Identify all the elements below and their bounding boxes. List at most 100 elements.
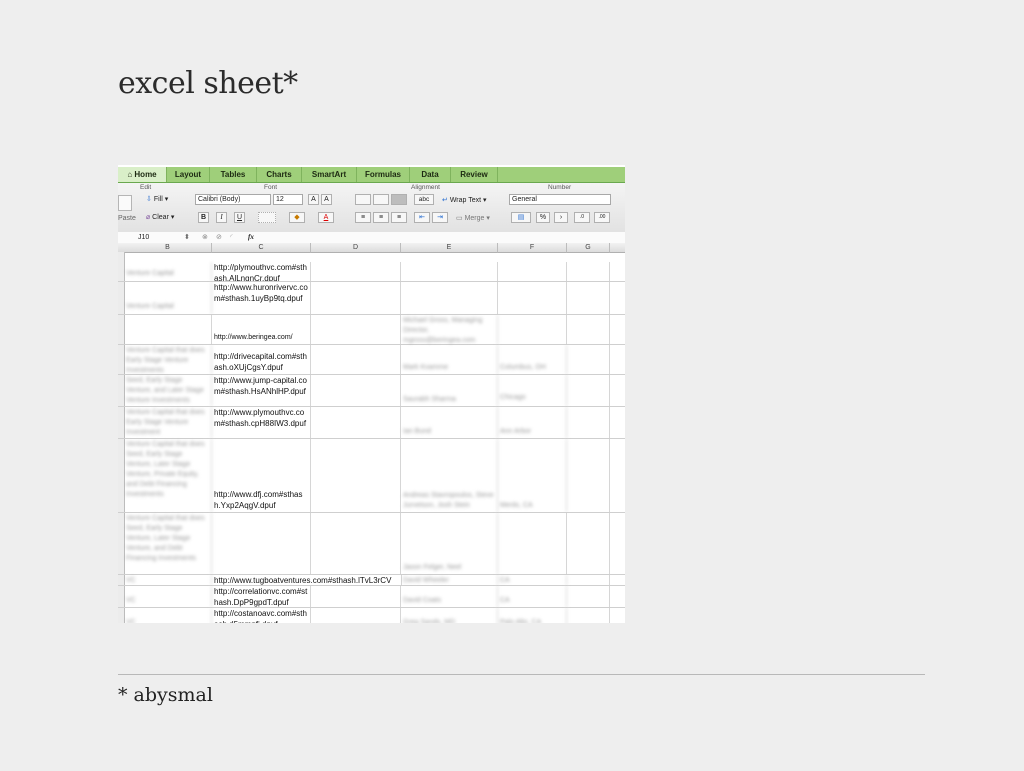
decrease-font-icon[interactable]: A (321, 194, 332, 205)
cell-e[interactable]: Mark Kvamme (401, 345, 498, 374)
number-format-select[interactable]: General (509, 194, 611, 205)
cell-e[interactable]: David Wheeler (401, 575, 498, 585)
increase-decimal-icon[interactable]: .0 (574, 212, 590, 223)
cell-c[interactable]: http://www.jump-capital.com#sthash.HsANh… (212, 375, 311, 406)
cell-d[interactable] (311, 439, 401, 512)
cell-e[interactable]: Andreas Stavropoulos, Steve Jurvetson, J… (401, 439, 498, 512)
cell-g[interactable] (567, 586, 610, 607)
column-header-d[interactable]: D (311, 243, 401, 253)
currency-icon[interactable]: ▤ (511, 212, 531, 223)
cell-f[interactable] (498, 282, 567, 314)
cell-e[interactable]: Jason Felger, Neel Chaudhary (401, 513, 498, 574)
font-name-select[interactable]: Calibri (Body) (195, 194, 271, 205)
fx-icon[interactable]: fx (248, 232, 254, 243)
cell-b[interactable]: Venture Capital (124, 282, 212, 314)
cell-f[interactable]: Ann Arbor (498, 407, 567, 438)
tab-formulas[interactable]: Formulas (357, 167, 410, 182)
cell-f[interactable]: Columbus, OH (498, 345, 567, 374)
comma-icon[interactable]: › (554, 212, 568, 223)
align-left-icon[interactable]: ≡ (355, 212, 371, 223)
cell-c[interactable]: http://costanoavc.com#sthash.d5mmnfi.dpu… (212, 608, 311, 623)
cell-c[interactable]: http://www.beringea.com/ (212, 315, 311, 344)
tab-data[interactable]: Data (410, 167, 451, 182)
cell-d[interactable] (311, 608, 401, 623)
cell-b[interactable]: Seed, Early Stage Venture, and Later Sta… (124, 375, 212, 406)
cell-g[interactable] (567, 315, 610, 344)
column-header-g[interactable]: G (567, 243, 610, 253)
percent-icon[interactable]: % (536, 212, 550, 223)
cell-f[interactable] (498, 262, 567, 281)
wrap-text-button[interactable]: ↵ Wrap Text ▾ (442, 196, 487, 204)
column-header-e[interactable]: E (401, 243, 498, 253)
name-box-stepper-icon[interactable]: ⬍ (184, 232, 190, 243)
cell-e[interactable]: Ian Bund (401, 407, 498, 438)
cell-f[interactable]: Menlo, CA (498, 439, 567, 512)
tab-tables[interactable]: Tables (210, 167, 257, 182)
cell-g[interactable] (567, 575, 610, 585)
cell-d[interactable] (311, 586, 401, 607)
fill-color-icon[interactable]: ◆ (289, 212, 305, 223)
cell-c[interactable]: http://www.plymouthvc.com#sthash.cpH88IW… (212, 407, 311, 438)
paste-icon[interactable] (118, 195, 132, 211)
cell-f[interactable]: CA (498, 575, 567, 585)
cell-f[interactable] (498, 315, 567, 344)
decrease-indent-icon[interactable]: ⇤ (414, 212, 430, 223)
cell-f[interactable] (498, 513, 567, 574)
tab-home[interactable]: ⌂ Home (118, 167, 167, 182)
cell-d[interactable] (311, 282, 401, 314)
column-header-b[interactable]: B (124, 243, 212, 253)
tab-layout[interactable]: Layout (167, 167, 210, 182)
cell-b[interactable]: VC (124, 586, 212, 607)
cell-f[interactable]: Palo Alto, CA (498, 608, 567, 623)
font-color-icon[interactable]: A (318, 212, 334, 223)
merge-button[interactable]: ▭ Merge ▾ (456, 214, 490, 222)
cell-b[interactable]: Venture Capital that does Early Stage Ve… (124, 345, 212, 374)
align-bottom-icon[interactable] (391, 194, 407, 205)
cell-b[interactable] (124, 315, 212, 344)
cell-g[interactable] (567, 513, 610, 574)
cell-f[interactable]: Chicago (498, 375, 567, 406)
bold-button[interactable]: B (198, 212, 209, 223)
cell-d[interactable] (311, 315, 401, 344)
align-right-icon[interactable]: ≡ (391, 212, 407, 223)
clear-button[interactable]: ⌀ Clear ▾ (146, 213, 174, 221)
name-box[interactable]: J10 (138, 232, 149, 243)
cell-f[interactable]: CA (498, 586, 567, 607)
cell-c[interactable]: http://correlationvc.com#sthash.DpP9gpdT… (212, 586, 311, 607)
underline-button[interactable]: U (234, 212, 245, 223)
confirm-icon[interactable]: ⊘ (216, 232, 222, 243)
cell-c[interactable]: http://www.huronrivervc.com#sthash.1uyBp… (212, 282, 311, 314)
fill-button[interactable]: ⇩ Fill ▾ (146, 195, 168, 203)
cell-d[interactable] (311, 262, 401, 281)
cell-d[interactable] (311, 407, 401, 438)
cell-e[interactable] (401, 262, 498, 281)
cell-g[interactable] (567, 608, 610, 623)
tab-smartart[interactable]: SmartArt (302, 167, 357, 182)
cell-g[interactable] (567, 282, 610, 314)
tab-review[interactable]: Review (451, 167, 498, 182)
cell-b[interactable]: Venture Capital that does Seed, Early St… (124, 439, 212, 512)
cell-e[interactable]: Greg Sands, MD (401, 608, 498, 623)
align-center-icon[interactable]: ≡ (373, 212, 389, 223)
cell-g[interactable] (567, 407, 610, 438)
align-middle-icon[interactable] (373, 194, 389, 205)
orientation-button[interactable]: abc (414, 194, 434, 205)
cell-e[interactable]: David Coats (401, 586, 498, 607)
paste-label[interactable]: Paste (118, 215, 136, 222)
cell-e[interactable]: Saurabh Sharma (401, 375, 498, 406)
cell-c[interactable]: http://www.tugboatventures.com#sthash.lT… (212, 575, 402, 585)
cancel-icon[interactable]: ⊗ (202, 232, 208, 243)
increase-indent-icon[interactable]: ⇥ (432, 212, 448, 223)
increase-font-icon[interactable]: A (308, 194, 319, 205)
cell-b[interactable]: Venture Capital (124, 262, 212, 281)
font-size-select[interactable]: 12 (273, 194, 303, 205)
cell-e[interactable]: Michael Gross, Managing Director, mgross… (401, 315, 498, 344)
decrease-decimal-icon[interactable]: .00 (594, 212, 610, 223)
cell-b[interactable]: VC (124, 575, 212, 585)
borders-icon[interactable] (258, 212, 276, 223)
cell-b[interactable]: Venture Capital that does Seed, Early St… (124, 513, 212, 574)
formula-builder-icon[interactable]: ◜ (230, 232, 233, 243)
cell-g[interactable] (567, 345, 610, 374)
cell-g[interactable] (567, 262, 610, 281)
cell-c[interactable]: http://www.dfj.com#sthash.Yxp2AqgV.dpuf (212, 439, 311, 512)
